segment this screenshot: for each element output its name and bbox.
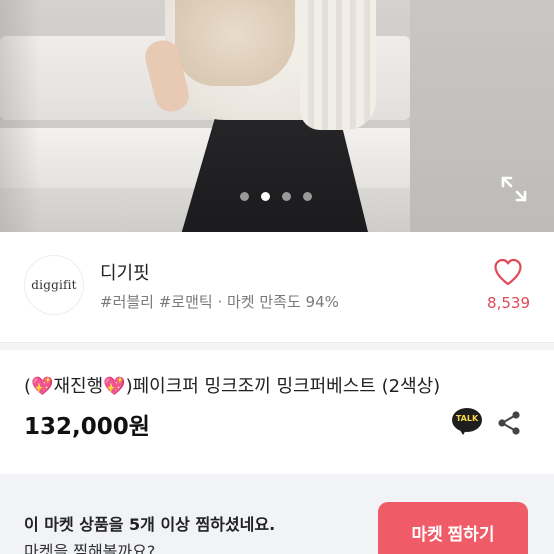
seller-name[interactable]: 디기핏 (100, 259, 150, 285)
seller-section[interactable]: diggifit 디기핏 #러블리 #로맨틱 · 마켓 만족도 94% 8,53… (0, 232, 554, 342)
photo-model-knit (300, 0, 376, 130)
market-wish-banner: 이 마켓 상품을 5개 이상 찜하셨네요. 마켓을 찜해볼까요? 마켓 찜하기 (0, 474, 554, 554)
title-prefix: ( (24, 376, 32, 397)
seller-tags: #러블리 #로맨틱 · 마켓 만족도 94% (100, 293, 339, 311)
kakao-talk-icon[interactable]: TALK (452, 408, 482, 436)
product-price: 132,000원 (24, 414, 150, 440)
carousel-dot[interactable] (282, 192, 291, 201)
heart-outline-icon[interactable] (493, 258, 523, 286)
sparkling-heart-icon: 💖 (103, 376, 126, 397)
seller-logo-text: diggifit (31, 278, 77, 292)
expand-icon[interactable] (499, 174, 529, 204)
sparkling-heart-icon: 💖 (31, 376, 54, 397)
section-divider (0, 342, 554, 350)
photo-fur-vest (175, 0, 295, 86)
carousel-dot[interactable] (240, 192, 249, 201)
title-middle: 재진행 (53, 376, 104, 397)
talk-label: TALK (455, 414, 479, 423)
product-photo-carousel[interactable] (0, 0, 554, 232)
seller-logo[interactable]: diggifit (24, 255, 84, 315)
carousel-indicator (0, 192, 554, 201)
share-icon[interactable] (496, 410, 522, 436)
market-wish-button[interactable]: 마켓 찜하기 (378, 502, 528, 554)
product-title: (💖재진행💖)페이크퍼 밍크조끼 밍크퍼베스트 (2색상) (24, 372, 440, 398)
carousel-dot-active[interactable] (261, 192, 270, 201)
talk-bubble-tail (458, 427, 468, 435)
title-suffix: )페이크퍼 밍크조끼 밍크퍼베스트 (2색상) (125, 376, 441, 397)
like-count: 8,539 (487, 294, 530, 312)
banner-message: 이 마켓 상품을 5개 이상 찜하셨네요. (24, 515, 276, 534)
carousel-dot[interactable] (303, 192, 312, 201)
banner-prompt: 마켓을 찜해볼까요? (24, 542, 156, 554)
